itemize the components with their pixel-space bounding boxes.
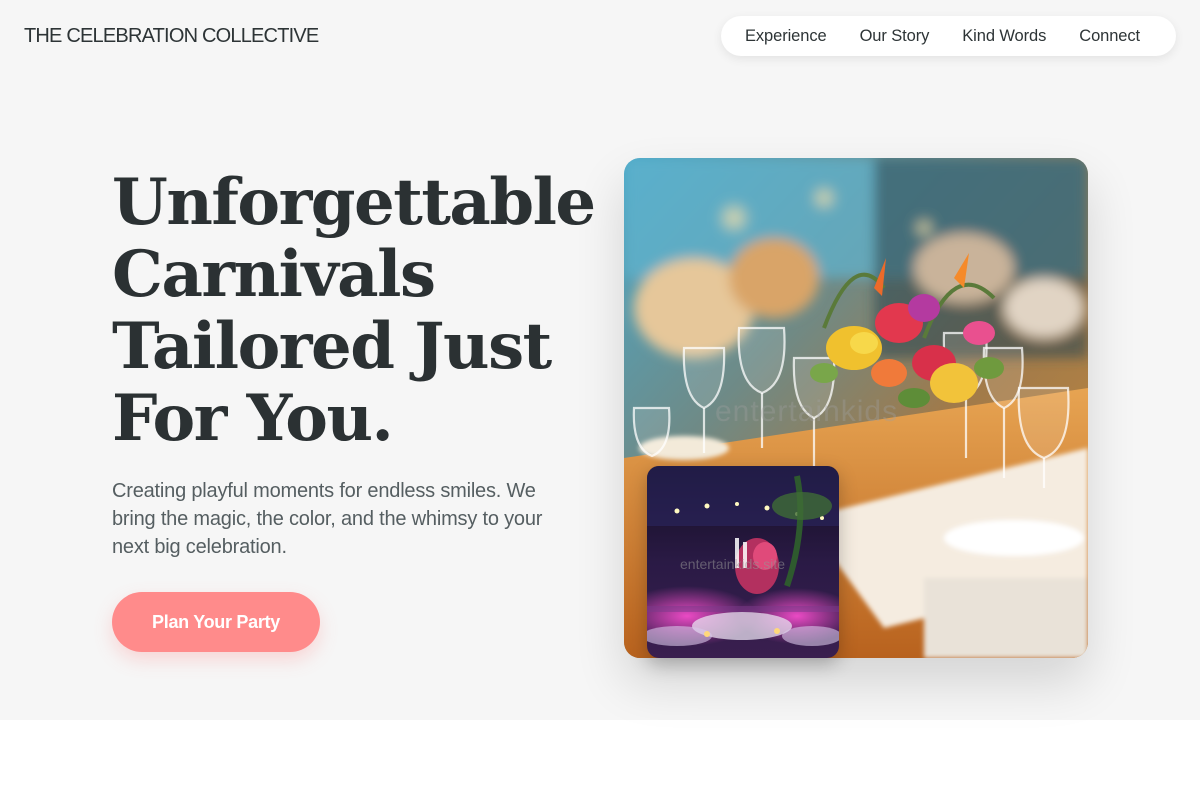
- hero-headline: Unforgettable Carnivals Tailored Just Fo…: [112, 167, 612, 455]
- nav-item-connect[interactable]: Connect: [1079, 27, 1140, 46]
- headline-line: For You.: [112, 381, 394, 456]
- main-photo-watermark: entertainkids: [715, 395, 899, 428]
- nav-item-kind-words[interactable]: Kind Words: [962, 27, 1046, 46]
- inset-photo-watermark: entertainkids.site: [680, 556, 786, 572]
- main-nav: Experience Our Story Kind Words Connect: [721, 16, 1176, 56]
- hero-section: THE CELEBRATION COLLECTIVE Experience Ou…: [0, 0, 1200, 720]
- subtitle-line: Creating playful moments for endless smi…: [112, 480, 536, 502]
- nav-item-our-story[interactable]: Our Story: [860, 27, 930, 46]
- headline-line: Tailored Just: [112, 309, 552, 384]
- brand-logo[interactable]: THE CELEBRATION COLLECTIVE: [24, 24, 319, 48]
- plan-party-button[interactable]: Plan Your Party: [112, 592, 320, 652]
- headline-line: Unforgettable: [112, 165, 596, 240]
- nav-item-experience[interactable]: Experience: [745, 27, 827, 46]
- hero-subtitle: Creating playful moments for endless smi…: [112, 477, 592, 561]
- headline-line: Carnivals: [112, 237, 436, 312]
- subtitle-line: bring the magic, the color, and the whim…: [112, 508, 543, 530]
- subtitle-line: next big celebration.: [112, 536, 287, 558]
